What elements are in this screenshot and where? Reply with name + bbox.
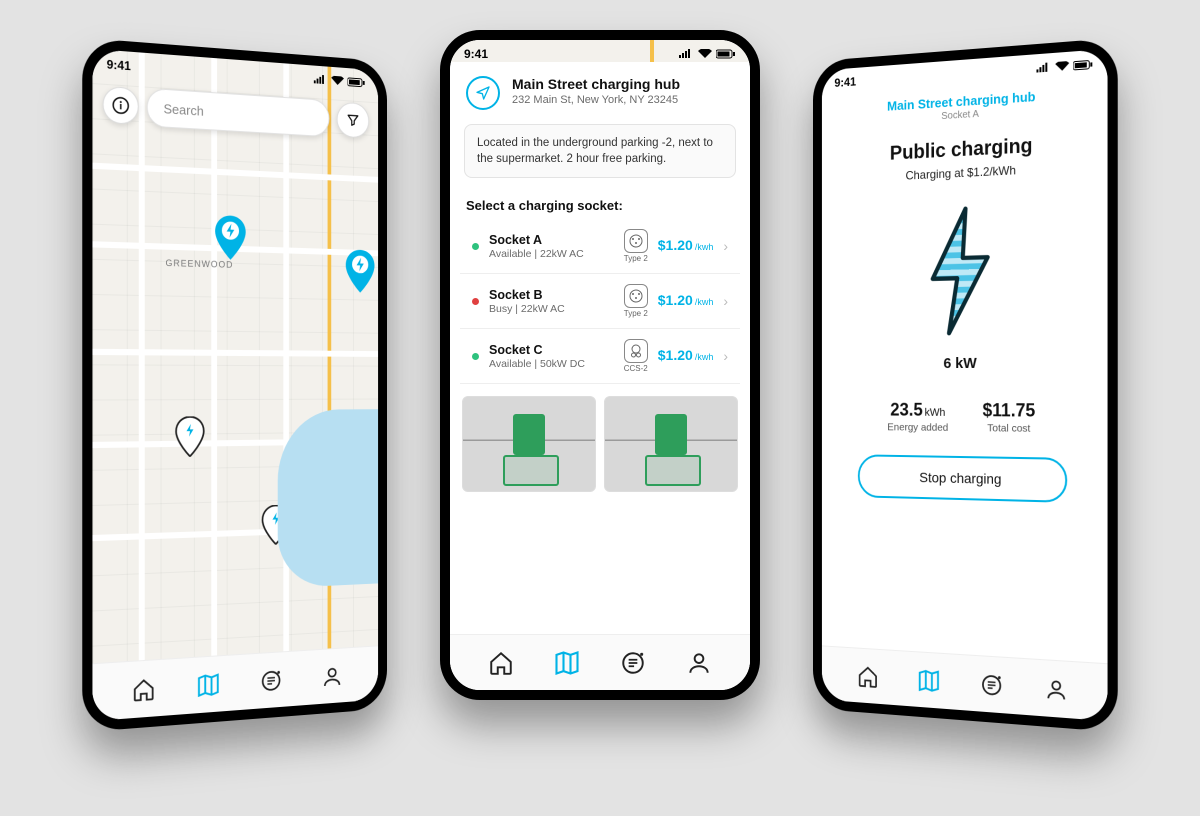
map-pin[interactable] (174, 416, 209, 461)
nav-history[interactable] (618, 648, 648, 678)
status-dot (472, 243, 479, 250)
nav-home[interactable] (129, 673, 159, 706)
session-socket-name: Socket A (941, 109, 979, 122)
plug-icon: CCS-2 (624, 339, 648, 373)
charging-bolt-icon (915, 204, 1006, 341)
session-rate: Charging at $1.2/kWh (906, 163, 1016, 182)
socket-row[interactable]: Socket B Busy | 22kW AC Type 2 $1.20/kwh… (460, 274, 740, 329)
status-icons (1035, 59, 1093, 73)
map-pin[interactable] (344, 249, 376, 293)
location-photo[interactable] (604, 396, 738, 492)
nav-profile[interactable] (318, 661, 345, 692)
socket-row[interactable]: Socket A Available | 22kW AC Type 2 $1.2… (460, 219, 740, 274)
nav-profile[interactable] (1041, 673, 1071, 706)
status-time: 9:41 (834, 75, 856, 90)
status-time: 9:41 (107, 57, 131, 73)
chevron-right-icon: › (723, 293, 728, 309)
navigate-button[interactable] (466, 76, 500, 110)
plug-icon: Type 2 (624, 229, 648, 263)
stop-charging-button[interactable]: Stop charging (858, 454, 1067, 503)
status-icons (678, 49, 736, 59)
status-dot (472, 353, 479, 360)
phone-map: GREENWOOD 9:41 (82, 38, 387, 733)
nav-map[interactable] (552, 648, 582, 678)
info-button[interactable] (103, 86, 139, 125)
plug-icon: Type 2 (624, 284, 648, 318)
hub-address: 232 Main St, New York, NY 23245 (512, 94, 680, 106)
total-cost-label: Total cost (983, 422, 1036, 435)
nav-map[interactable] (194, 669, 223, 701)
hub-title: Main Street charging hub (512, 76, 680, 92)
status-dot (472, 298, 479, 305)
nav-map[interactable] (915, 665, 943, 697)
session-power: 6 kW (943, 355, 976, 372)
chevron-right-icon: › (723, 348, 728, 364)
map-canvas[interactable]: GREENWOOD (92, 49, 378, 721)
nav-profile[interactable] (684, 648, 714, 678)
nav-history[interactable] (977, 669, 1006, 701)
select-socket-label: Select a charging socket: (466, 198, 734, 213)
map-pin[interactable] (261, 504, 295, 549)
status-time: 9:41 (464, 47, 488, 61)
nav-home[interactable] (854, 661, 881, 692)
session-headline: Public charging (890, 135, 1033, 166)
location-photo[interactable] (462, 396, 596, 492)
nav-history[interactable] (257, 665, 285, 697)
phone-session: 9:41 Main Street charging hub Socket A P… (813, 38, 1118, 733)
status-icons (313, 74, 366, 88)
socket-row[interactable]: Socket C Available | 50kW DC CCS-2 $1.20… (460, 329, 740, 384)
bottom-nav (450, 634, 750, 690)
chevron-right-icon: › (723, 238, 728, 254)
energy-added-label: Energy added (887, 421, 948, 433)
nav-home[interactable] (486, 648, 516, 678)
filter-button[interactable] (337, 102, 369, 139)
phone-hub: 9:41 Main Street charging hub 232 Main S… (440, 30, 760, 700)
map-label-neighborhood: GREENWOOD (165, 258, 233, 270)
hub-note: Located in the underground parking -2, n… (464, 124, 736, 178)
map-pin[interactable] (213, 215, 247, 260)
